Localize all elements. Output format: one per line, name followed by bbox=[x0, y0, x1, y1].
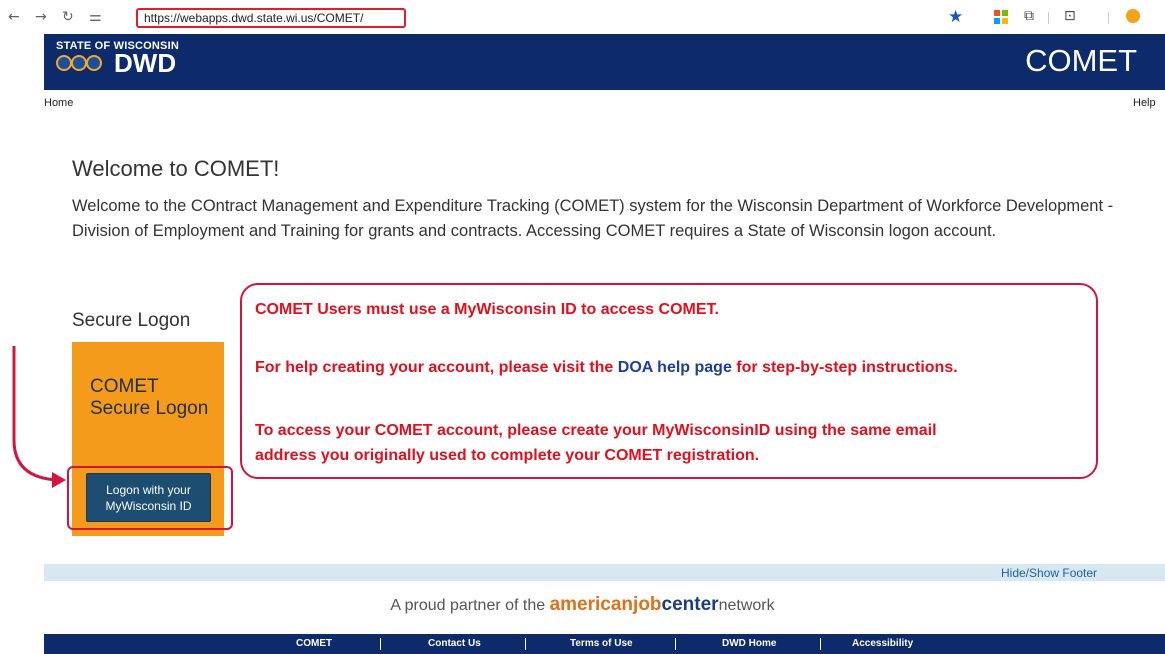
notice-line-2-after: for step-by-step instructions. bbox=[731, 359, 958, 376]
footer-divider bbox=[820, 638, 821, 650]
footer-divider bbox=[525, 638, 526, 650]
logon-button-line2: MyWisconsin ID bbox=[105, 499, 192, 513]
footer-divider bbox=[675, 638, 676, 650]
logon-panel-title: COMET Secure Logon bbox=[90, 376, 209, 419]
footer-divider bbox=[380, 638, 381, 650]
logon-button-line1: Logon with your bbox=[106, 483, 191, 497]
page-title: Welcome to COMET! bbox=[72, 156, 280, 181]
footer-link-accessibility[interactable]: Accessibility bbox=[852, 638, 913, 650]
doa-help-link[interactable]: DOA help page bbox=[618, 359, 732, 376]
site-settings-icon[interactable]: ⚌ bbox=[89, 9, 102, 25]
back-icon[interactable]: ← bbox=[8, 9, 20, 25]
partner-prefix: A proud partner of the bbox=[390, 597, 550, 614]
address-bar[interactable]: https://webapps.dwd.state.wi.us/COMET/ bbox=[136, 8, 406, 28]
footer-toggle-bar bbox=[44, 564, 1165, 581]
notice-line-4: address you originally used to complete … bbox=[255, 447, 760, 464]
toolbar-divider bbox=[1108, 12, 1109, 24]
footer-link-dwd-home[interactable]: DWD Home bbox=[722, 638, 776, 650]
agency-logo-text: DWD bbox=[114, 48, 177, 78]
aj-center: center bbox=[661, 594, 719, 615]
browser-toolbar: ← → ↻ ⚌ https://webapps.dwd.state.wi.us/… bbox=[0, 0, 1165, 34]
app-title: COMET bbox=[1025, 43, 1137, 78]
aj-american: american bbox=[549, 594, 634, 615]
aj-job: job bbox=[633, 594, 662, 615]
notice-line-3: To access your COMET account, please cre… bbox=[255, 422, 937, 439]
footer-link-comet[interactable]: COMET bbox=[296, 638, 332, 650]
profile-extension-icon[interactable] bbox=[1126, 9, 1140, 23]
notice-line-1: COMET Users must use a MyWisconsin ID to… bbox=[255, 301, 719, 318]
toolbar-divider bbox=[1048, 12, 1049, 24]
footer-nav: COMET Contact Us Terms of Use DWD Home A… bbox=[44, 634, 1165, 654]
hide-show-footer-link[interactable]: Hide/Show Footer bbox=[1001, 566, 1097, 580]
partner-tagline: A proud partner of the americanjobcenter… bbox=[0, 593, 1165, 618]
microsoft-extension-icon[interactable] bbox=[994, 10, 1008, 24]
home-link[interactable]: Home bbox=[44, 97, 73, 109]
secure-logon-heading: Secure Logon bbox=[72, 310, 191, 331]
footer-link-terms[interactable]: Terms of Use bbox=[570, 638, 633, 650]
notice-line-2-before: For help creating your account, please v… bbox=[255, 359, 618, 376]
forward-icon[interactable]: → bbox=[35, 9, 47, 25]
logon-mywisconsin-button[interactable]: Logon with your MyWisconsin ID bbox=[86, 473, 211, 522]
dwd-logo-icon bbox=[56, 54, 102, 74]
bookmark-star-icon[interactable]: ★ bbox=[948, 7, 963, 27]
site-header: STATE OF WISCONSIN DWD COMET bbox=[44, 34, 1165, 90]
extensions-puzzle-icon[interactable]: ⧉ bbox=[1024, 8, 1034, 24]
notice-line-2: For help creating your account, please v… bbox=[255, 355, 958, 380]
help-link[interactable]: Help bbox=[1133, 97, 1156, 109]
aj-network: network bbox=[718, 597, 775, 614]
reload-icon[interactable]: ↻ bbox=[62, 9, 74, 25]
intro-text: Welcome to the COntract Management and E… bbox=[72, 197, 1114, 240]
reading-mode-icon[interactable]: ⊡ bbox=[1064, 8, 1076, 24]
footer-link-contact[interactable]: Contact Us bbox=[428, 638, 481, 650]
